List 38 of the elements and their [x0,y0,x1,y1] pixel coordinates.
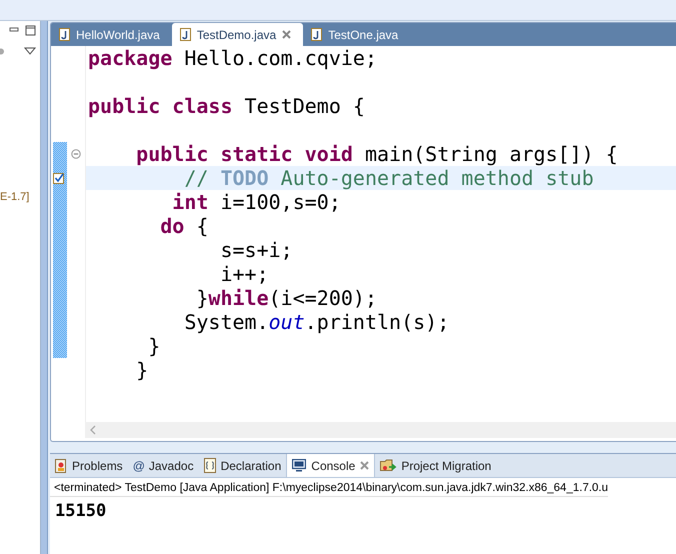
code-line: i++; [219,262,269,286]
code-line: } [147,334,160,358]
code-line: // TODO Auto-generated method stub [183,166,594,190]
view-menu-icon[interactable] [24,47,36,55]
code-line: System.out.println(s); [183,310,450,334]
tree-label-fragment: E-1.7] [0,191,30,203]
editor-tab[interactable]: TestOne.java [303,23,410,46]
monitor-icon [292,459,306,472]
view-tab[interactable]: @ Javadoc [128,454,199,477]
editor-tab[interactable]: TestDemo.java [172,23,304,46]
code-line: package Hello.com.cqvie; [88,46,377,70]
code-line: }while(i<=200); [195,286,378,310]
java-file-icon [59,28,70,41]
code-line: int i=100,s=0; [171,190,341,214]
folder-arrow-icon [380,459,398,472]
code-line: s=s+i; [219,238,293,262]
console-output: 15150 [54,500,108,523]
editor-tab[interactable]: HelloWorld.java [51,23,172,46]
view-tab[interactable]: Declaration [198,454,286,477]
java-file-icon [311,28,322,41]
horizontal-scrollbar[interactable] [85,422,676,438]
view-tab[interactable]: Project Migration [375,454,496,477]
java-file-icon [180,28,191,41]
problems-icon [55,458,68,472]
close-icon[interactable] [282,30,292,39]
console-header: <terminated> TestDemo [Java Application] F:\myeclipse2014\binary\com.sun.java.jdk7.win32.x86_64_1.7.0.u [50,478,608,497]
close-icon[interactable] [360,461,370,470]
view-tab[interactable]: Console [286,454,376,477]
code-line: public static void main(String args[]) { [135,142,618,166]
code-line: public class TestDemo { [88,94,365,118]
maximize-icon[interactable] [25,25,36,36]
javadoc-icon: @ [132,458,145,472]
collapse-icon[interactable] [71,149,81,159]
code-line: } [135,358,148,382]
view-tab[interactable]: Problems [50,454,128,477]
scroll-left-icon[interactable] [89,425,97,435]
declaration-icon [204,458,217,473]
code-line: do { [159,214,208,238]
